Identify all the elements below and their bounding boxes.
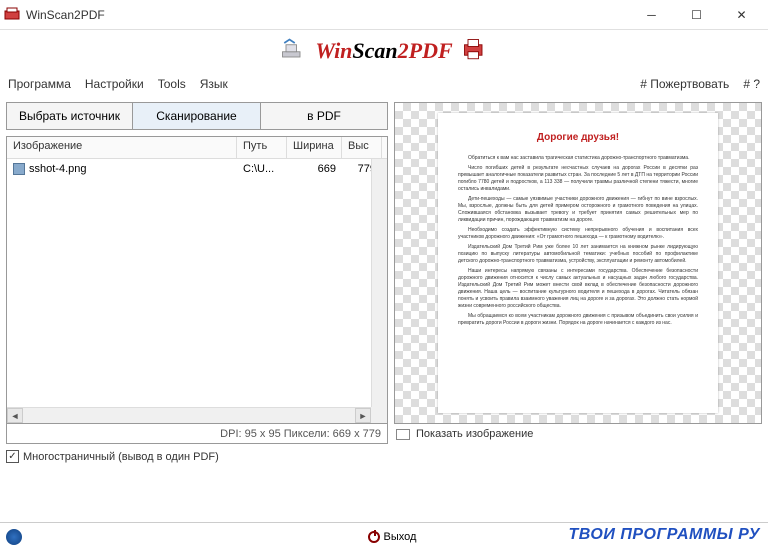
to-pdf-button[interactable]: в PDF bbox=[261, 102, 388, 130]
content: Выбрать источник Сканирование в PDF Изоб… bbox=[0, 96, 768, 469]
window-title: WinScan2PDF bbox=[26, 8, 629, 22]
document-preview: Дорогие друзья! Обратиться к вам нас зас… bbox=[438, 113, 718, 413]
scan-button[interactable]: Сканирование bbox=[133, 102, 261, 130]
col-width[interactable]: Ширина bbox=[287, 137, 342, 158]
logo-bar: WinScan2PDF bbox=[0, 30, 768, 72]
file-path: C:\U... bbox=[237, 161, 287, 177]
multipage-label: Многостраничный (вывод в один PDF) bbox=[23, 451, 219, 463]
preview-label-row[interactable]: Показать изображение bbox=[394, 428, 762, 440]
menu-lang[interactable]: Язык bbox=[200, 77, 228, 91]
button-row: Выбрать источник Сканирование в PDF bbox=[6, 102, 388, 130]
watermark: ТВОИ ПРОГРАММЫ РУ bbox=[569, 526, 761, 544]
doc-title: Дорогие друзья! bbox=[458, 131, 698, 145]
menu-tools[interactable]: Tools bbox=[158, 77, 186, 91]
printer-icon bbox=[461, 36, 489, 67]
show-image-icon bbox=[396, 429, 410, 440]
left-pane: Выбрать источник Сканирование в PDF Изоб… bbox=[6, 102, 388, 463]
exit-button[interactable]: Выход bbox=[368, 531, 417, 543]
file-width: 669 bbox=[287, 161, 342, 177]
logo-text: WinScan2PDF bbox=[315, 38, 452, 64]
file-list: Изображение Путь Ширина Выс sshot-4.png … bbox=[6, 136, 388, 424]
col-image[interactable]: Изображение bbox=[7, 137, 237, 158]
maximize-button[interactable]: ☐ bbox=[674, 1, 719, 29]
scroll-corner bbox=[371, 407, 387, 423]
close-button[interactable]: ✕ bbox=[719, 1, 764, 29]
status-line: DPI: 95 x 95 Пиксели: 669 x 779 bbox=[6, 424, 388, 444]
exit-label: Выход bbox=[384, 531, 417, 543]
col-path[interactable]: Путь bbox=[237, 137, 287, 158]
globe-icon[interactable] bbox=[6, 529, 22, 545]
scroll-right-icon[interactable]: ► bbox=[355, 408, 371, 423]
show-image-label: Показать изображение bbox=[416, 428, 533, 440]
menu-settings[interactable]: Настройки bbox=[85, 77, 144, 91]
scroll-left-icon[interactable]: ◄ bbox=[7, 408, 23, 423]
menu-help[interactable]: # ? bbox=[743, 77, 760, 91]
image-file-icon bbox=[13, 163, 25, 175]
minimize-button[interactable]: ─ bbox=[629, 1, 674, 29]
menu-donate[interactable]: # Пожертвовать bbox=[640, 77, 729, 91]
col-height[interactable]: Выс bbox=[342, 137, 382, 158]
menubar: Программа Настройки Tools Язык # Пожертв… bbox=[0, 72, 768, 96]
table-row[interactable]: sshot-4.png C:\U... 669 779 bbox=[7, 159, 387, 179]
titlebar: WinScan2PDF ─ ☐ ✕ bbox=[0, 0, 768, 30]
right-pane: Дорогие друзья! Обратиться к вам нас зас… bbox=[394, 102, 762, 463]
select-source-button[interactable]: Выбрать источник bbox=[6, 102, 133, 130]
list-header: Изображение Путь Ширина Выс bbox=[7, 137, 387, 159]
scrollbar-horizontal[interactable]: ◄ ► bbox=[7, 407, 371, 423]
multipage-checkbox-row[interactable]: ✓ Многостраничный (вывод в один PDF) bbox=[6, 450, 388, 463]
preview-area[interactable]: Дорогие друзья! Обратиться к вам нас зас… bbox=[394, 102, 762, 424]
app-icon bbox=[4, 7, 20, 23]
scrollbar-vertical[interactable] bbox=[371, 159, 387, 407]
menu-program[interactable]: Программа bbox=[8, 77, 71, 91]
multipage-checkbox[interactable]: ✓ bbox=[6, 450, 19, 463]
scanner-icon bbox=[279, 36, 307, 67]
file-name: sshot-4.png bbox=[29, 163, 86, 175]
power-icon bbox=[368, 531, 380, 543]
